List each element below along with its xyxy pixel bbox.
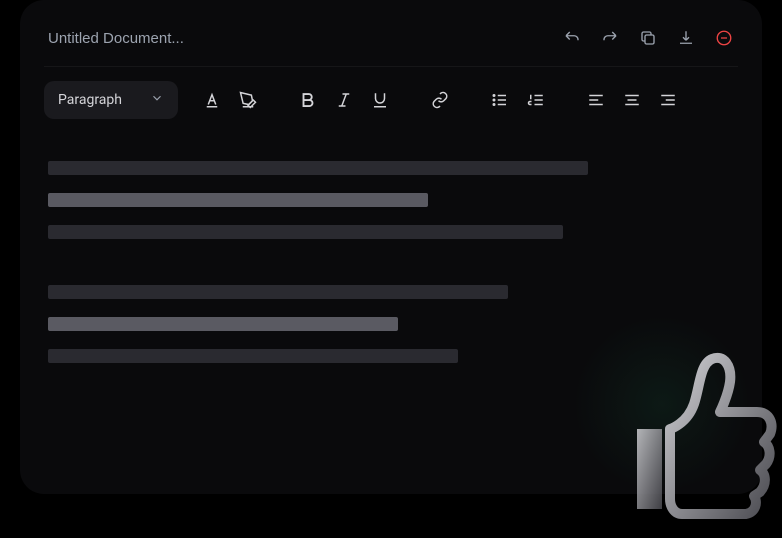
align-center-icon[interactable] (618, 86, 646, 114)
skeleton-line (48, 161, 588, 175)
numbered-list-icon[interactable] (522, 86, 550, 114)
skeleton-line (48, 225, 563, 239)
undo-icon[interactable] (562, 28, 582, 48)
redo-icon[interactable] (600, 28, 620, 48)
format-toolbar: Paragraph (44, 67, 738, 133)
document-title-input[interactable] (48, 30, 348, 47)
download-icon[interactable] (676, 28, 696, 48)
link-icon[interactable] (426, 86, 454, 114)
bullet-list-icon[interactable] (486, 86, 514, 114)
delete-icon[interactable] (714, 28, 734, 48)
text-color-group (186, 86, 274, 114)
text-color-icon[interactable] (198, 86, 226, 114)
style-select-label: Paragraph (58, 92, 122, 108)
underline-icon[interactable] (366, 86, 394, 114)
title-bar (44, 20, 738, 67)
italic-icon[interactable] (330, 86, 358, 114)
skeleton-line (48, 193, 428, 207)
align-group (570, 86, 694, 114)
list-group (474, 86, 562, 114)
bold-icon[interactable] (294, 86, 322, 114)
text-format-group (282, 86, 406, 114)
skeleton-line (48, 317, 398, 331)
copy-icon[interactable] (638, 28, 658, 48)
editor-card: Paragraph (20, 0, 762, 494)
highlight-icon[interactable] (234, 86, 262, 114)
skeleton-line (48, 285, 508, 299)
paragraph-style-select[interactable]: Paragraph (44, 81, 178, 119)
chevron-down-icon (150, 91, 164, 109)
link-group (414, 86, 466, 114)
document-content[interactable] (44, 133, 738, 409)
align-right-icon[interactable] (654, 86, 682, 114)
skeleton-line (48, 349, 458, 363)
align-left-icon[interactable] (582, 86, 610, 114)
title-actions (562, 28, 734, 48)
